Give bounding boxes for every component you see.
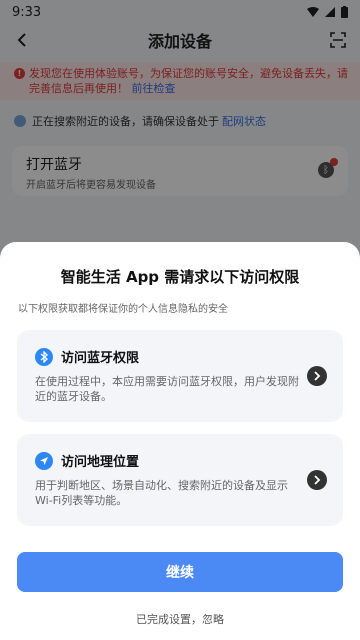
chevron-right-icon[interactable] (307, 470, 327, 490)
continue-button[interactable]: 继续 (17, 552, 343, 592)
ignore-link[interactable]: 已完成设置，忽略 (0, 611, 360, 627)
permission-desc: 用于判断地区、场景自动化、搜索附近的设备及显示 Wi-Fi列表等功能。 (35, 479, 288, 507)
permission-desc: 在使用过程中，本应用需要访问蓝牙权限，用户发现附近的蓝牙设备。 (35, 375, 299, 403)
permission-sheet: 智能生活 App 需请求以下访问权限 以下权限获取都将保证你的个人信息隐私的安全… (0, 242, 360, 640)
sheet-title: 智能生活 App 需请求以下访问权限 (60, 268, 300, 286)
permission-title: 访问蓝牙权限 (61, 351, 140, 366)
permission-title: 访问地理位置 (61, 455, 140, 470)
permission-location[interactable]: 访问地理位置 用于判断地区、场景自动化、搜索附近的设备及显示 Wi-Fi列表等功… (17, 434, 343, 526)
bluetooth-icon (35, 348, 53, 366)
chevron-right-icon[interactable] (307, 366, 327, 386)
location-icon (35, 452, 53, 470)
permission-bluetooth[interactable]: 访问蓝牙权限 在使用过程中，本应用需要访问蓝牙权限，用户发现附近的蓝牙设备。 (17, 330, 343, 422)
sheet-subtitle: 以下权限获取都将保证你的个人信息隐私的安全 (18, 304, 228, 315)
